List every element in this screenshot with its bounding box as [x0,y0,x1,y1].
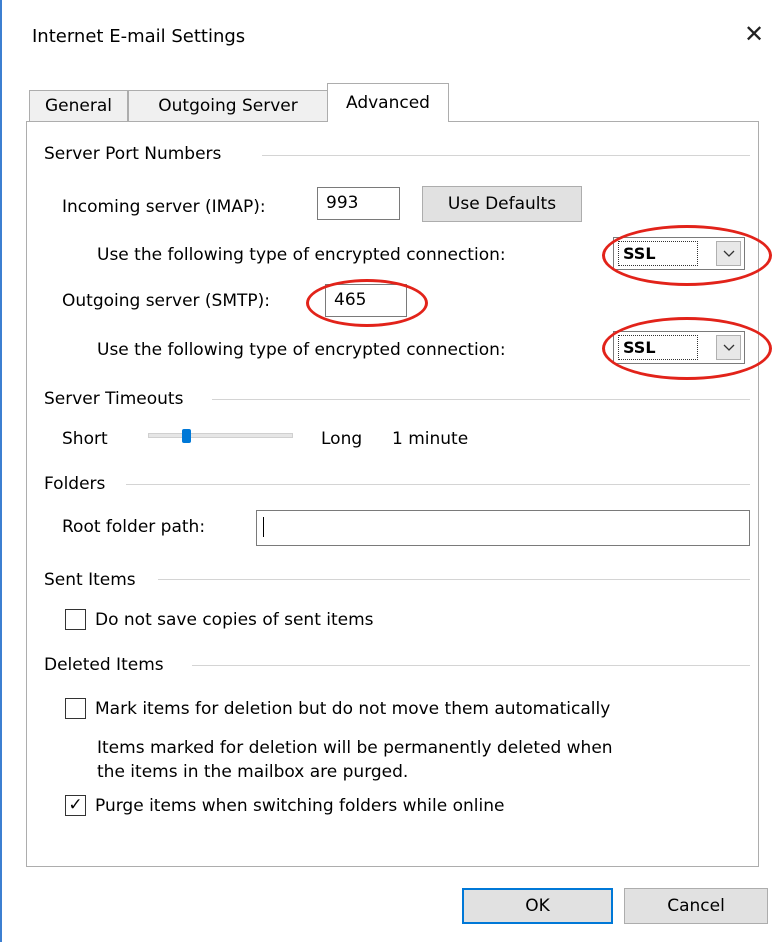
checkmark-icon: ✓ [68,795,83,815]
window-left-border [0,0,2,942]
outgoing-server-label: Outgoing server (SMTP): [62,291,271,311]
group-divider [212,399,750,400]
deletion-note-line2: the items in the mailbox are purged. [97,762,409,782]
group-divider [126,484,750,485]
no-copies-label[interactable]: Do not save copies of sent items [95,610,374,630]
incoming-encryption-label: Use the following type of encrypted conn… [97,245,506,265]
group-divider [192,665,750,666]
incoming-port-input[interactable]: 993 [317,187,400,220]
purge-items-label[interactable]: Purge items when switching folders while… [95,796,504,816]
incoming-encryption-value: SSL [618,241,698,266]
deletion-note-line1: Items marked for deletion will be perman… [97,738,613,758]
purge-items-checkbox[interactable]: ✓ [65,795,86,816]
group-divider [262,155,750,156]
group-server-port-numbers: Server Port Numbers [44,144,222,164]
incoming-encryption-select[interactable]: SSL [613,237,745,270]
outgoing-port-input[interactable]: 465 [325,284,407,317]
tab-outgoing-server[interactable]: Outgoing Server [128,90,328,121]
outgoing-encryption-select[interactable]: SSL [613,331,745,364]
mark-for-deletion-checkbox[interactable] [65,698,86,719]
mark-for-deletion-label[interactable]: Mark items for deletion but do not move … [95,699,610,719]
timeout-slider-thumb[interactable] [182,429,191,443]
text-caret [263,517,264,537]
root-folder-input[interactable] [256,510,750,546]
close-icon[interactable]: ✕ [740,20,768,48]
ok-button[interactable]: OK [462,888,613,924]
timeout-slider-track[interactable] [148,433,293,438]
cancel-button[interactable]: Cancel [624,888,768,924]
group-deleted-items: Deleted Items [44,655,164,675]
chevron-down-icon[interactable] [716,335,741,360]
timeout-long-label: Long [321,429,363,449]
group-divider [158,579,750,580]
dialog-title: Internet E-mail Settings [32,26,246,47]
group-server-timeouts: Server Timeouts [44,389,184,409]
chevron-down-icon[interactable] [716,241,741,266]
no-copies-checkbox[interactable] [65,609,86,630]
group-sent-items: Sent Items [44,570,136,590]
group-folders: Folders [44,474,106,494]
root-folder-label: Root folder path: [62,517,206,537]
tab-advanced[interactable]: Advanced [327,83,449,122]
timeout-value-label: 1 minute [392,429,469,449]
tab-general[interactable]: General [29,90,128,121]
use-defaults-button[interactable]: Use Defaults [422,186,582,222]
incoming-server-label: Incoming server (IMAP): [62,197,266,217]
outgoing-encryption-label: Use the following type of encrypted conn… [97,340,506,360]
timeout-short-label: Short [62,429,108,449]
outgoing-encryption-value: SSL [618,335,698,360]
